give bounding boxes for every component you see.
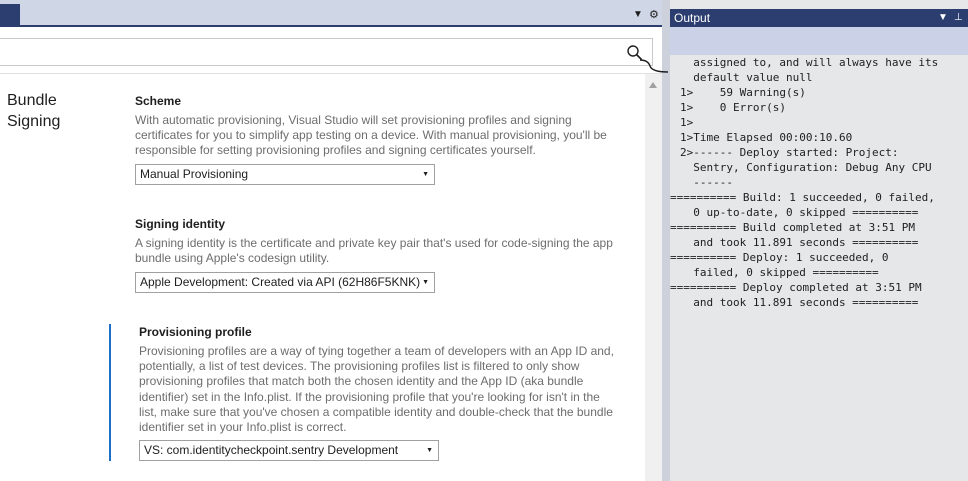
- provisioning-profile-dropdown[interactable]: VS: com.identitycheckpoint.sentry Develo…: [139, 440, 439, 461]
- splitter-drag-icon[interactable]: [640, 58, 670, 76]
- output-line: ========== Deploy: 1 succeeded, 0: [670, 251, 889, 264]
- signing-identity-description: A signing identity is the certificate an…: [135, 236, 613, 266]
- signing-identity-heading: Signing identity: [135, 217, 225, 231]
- chevron-down-icon: ▼: [426, 447, 433, 454]
- settings-search-input[interactable]: [0, 38, 653, 66]
- output-line: ========== Deploy completed at 3:51 PM: [670, 281, 922, 294]
- scheme-selected-value: Manual Provisioning: [140, 167, 249, 181]
- scheme-description: With automatic provisioning, Visual Stud…: [135, 113, 607, 158]
- output-header: Output ▼ ⊥: [670, 9, 968, 27]
- output-line: 1>: [680, 116, 694, 129]
- signing-identity-group: Signing identity A signing identity is t…: [135, 217, 615, 266]
- output-line: and took 11.891 seconds ==========: [680, 296, 919, 309]
- pin-icon[interactable]: ⊥: [954, 12, 963, 24]
- window-menu-dropdown-icon[interactable]: ▼: [938, 12, 948, 24]
- output-title: Output: [674, 11, 711, 25]
- bundle-signing-page: Bundle Signing Scheme With automatic pro…: [0, 74, 645, 481]
- active-document-tab[interactable]: [0, 4, 20, 27]
- scheme-group: Scheme With automatic provisioning, Visu…: [135, 94, 615, 159]
- provisioning-profile-group: Provisioning profile Provisioning profil…: [139, 325, 619, 435]
- provisioning-profile-heading: Provisioning profile: [139, 325, 252, 339]
- signing-identity-dropdown[interactable]: Apple Development: Created via API (62H8…: [135, 272, 435, 293]
- output-line: default value null: [680, 71, 813, 84]
- provisioning-profile-selected-value: VS: com.identitycheckpoint.sentry Develo…: [144, 443, 399, 457]
- output-line: Sentry, Configuration: Debug Any CPU: [680, 161, 932, 174]
- output-line: 1> 59 Warning(s): [680, 86, 806, 99]
- output-line: assigned to, and will always have its: [680, 56, 939, 69]
- output-line: 2>------ Deploy started: Project:: [680, 146, 899, 159]
- chevron-down-icon: ▼: [422, 279, 429, 286]
- document-tab-strip: ▼ ⚙: [0, 0, 662, 27]
- signing-identity-selected-value: Apple Development: Created via API (62H8…: [140, 275, 421, 289]
- output-line: failed, 0 skipped ==========: [680, 266, 879, 279]
- output-line: and took 11.891 seconds ==========: [680, 236, 919, 249]
- provisioning-profile-description: Provisioning profiles are a way of tying…: [139, 344, 614, 435]
- output-log[interactable]: assigned to, and will always have its de…: [670, 55, 968, 310]
- output-line: ========== Build completed at 3:51 PM: [670, 221, 916, 234]
- scheme-dropdown[interactable]: Manual Provisioning ▼: [135, 164, 435, 185]
- content-scrollbar[interactable]: [645, 74, 662, 481]
- selected-group-indicator: [109, 324, 111, 461]
- scroll-up-arrow-icon[interactable]: [649, 82, 657, 88]
- gear-icon[interactable]: ⚙: [649, 10, 659, 21]
- tab-list-dropdown-icon[interactable]: ▼: [633, 10, 643, 20]
- output-line: 1>Time Elapsed 00:00:10.60: [680, 131, 853, 144]
- output-line: 1> 0 Error(s): [680, 101, 786, 114]
- output-window: Output ▼ ⊥ assigned to, and will always …: [670, 0, 968, 481]
- output-line: 0 up-to-date, 0 skipped ==========: [680, 206, 919, 219]
- output-toolbar: [670, 27, 968, 55]
- settings-search-row: [0, 27, 662, 74]
- output-line: ------: [680, 176, 733, 189]
- scheme-heading: Scheme: [135, 94, 182, 108]
- chevron-down-icon: ▼: [422, 171, 429, 178]
- output-line: ========== Build: 1 succeeded, 0 failed,: [670, 191, 935, 204]
- section-title: Bundle Signing: [7, 92, 61, 130]
